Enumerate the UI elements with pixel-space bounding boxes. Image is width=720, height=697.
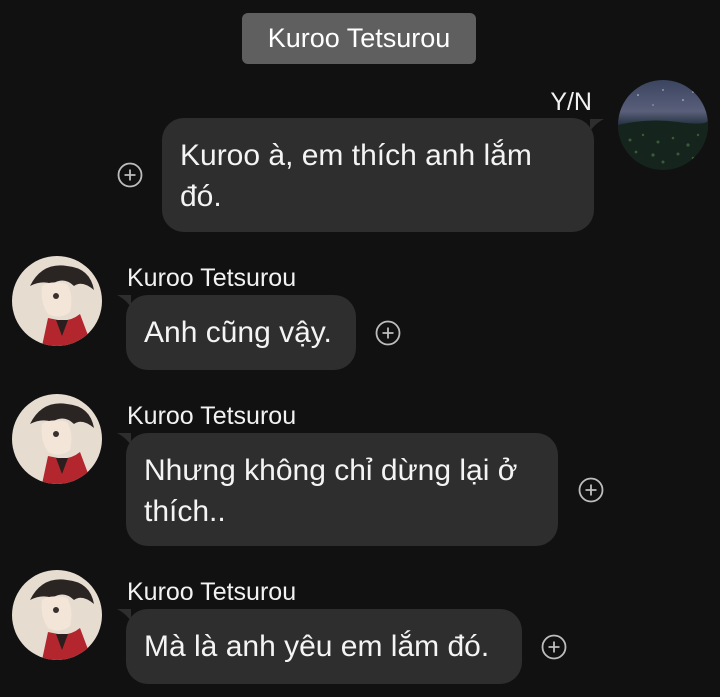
add-reaction-icon[interactable] bbox=[578, 477, 604, 503]
message-text: Kuroo à, em thích anh lắm đó. bbox=[180, 139, 532, 213]
message-bubble-contact[interactable]: Anh cũng vậy. bbox=[126, 295, 356, 370]
contact-avatar[interactable] bbox=[12, 570, 102, 660]
user-avatar[interactable] bbox=[618, 80, 708, 170]
message-bubble-user[interactable]: Kuroo à, em thích anh lắm đó. bbox=[162, 118, 594, 232]
contact-avatar[interactable] bbox=[12, 394, 102, 484]
message-bubble-contact[interactable]: Mà là anh yêu em lắm đó. bbox=[126, 609, 522, 684]
sender-name-contact: Kuroo Tetsurou bbox=[127, 578, 297, 606]
message-text: Anh cũng vậy. bbox=[144, 316, 332, 349]
sender-name-user: Y/N bbox=[550, 88, 592, 116]
sender-name-contact: Kuroo Tetsurou bbox=[127, 402, 297, 430]
contact-avatar[interactable] bbox=[12, 256, 102, 346]
message-bubble-contact[interactable]: Nhưng không chỉ dừng lại ở thích.. bbox=[126, 433, 558, 546]
add-reaction-icon[interactable] bbox=[117, 162, 143, 188]
add-reaction-icon[interactable] bbox=[375, 320, 401, 346]
chat-title[interactable]: Kuroo Tetsurou bbox=[242, 13, 476, 64]
message-text: Mà là anh yêu em lắm đó. bbox=[144, 630, 490, 663]
bubble-tail bbox=[590, 119, 604, 131]
add-reaction-icon[interactable] bbox=[541, 634, 567, 660]
sender-name-contact: Kuroo Tetsurou bbox=[127, 264, 297, 292]
message-text: Nhưng không chỉ dừng lại ở thích.. bbox=[144, 454, 518, 528]
